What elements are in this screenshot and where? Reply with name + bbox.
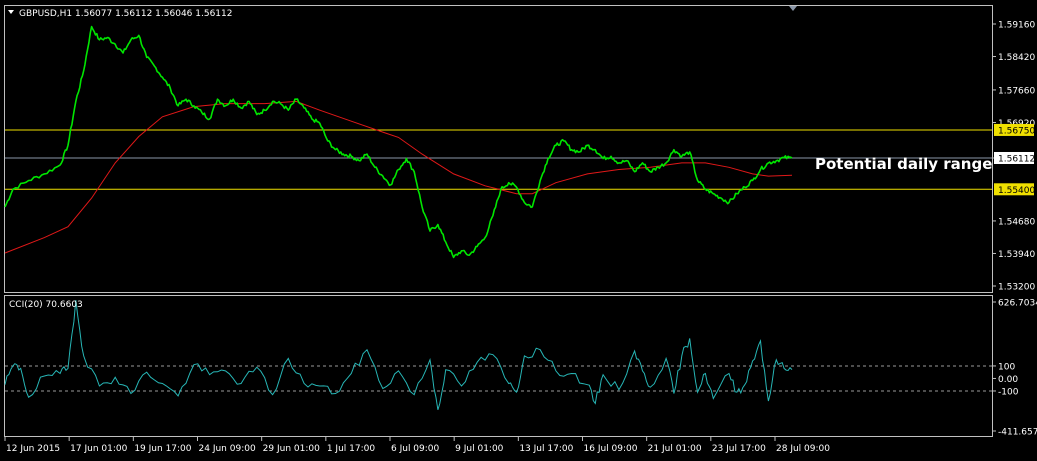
potential-range-annotation: Potential daily range	[815, 155, 992, 173]
chart-window[interactable]: 1.591601.584201.576601.569201.561121.546…	[0, 0, 1037, 457]
price-tick-label: 1.56112	[998, 154, 1035, 164]
cci-label: CCI(20) 70.6603	[9, 300, 83, 310]
date-tick-label: 1 Jul 17:00	[327, 444, 376, 454]
price-tick-label: 1.58420	[998, 53, 1035, 63]
price-tick-label: 1.53940	[998, 250, 1035, 260]
date-tick-label: 6 Jul 09:00	[391, 444, 440, 454]
date-tick-label: 13 Jul 17:00	[519, 444, 573, 454]
cci-tick-label: 626.7034	[998, 299, 1037, 309]
chart-canvas[interactable]: 1.591601.584201.576601.569201.561121.546…	[0, 0, 1037, 457]
price-tick-label: 1.53200	[998, 283, 1035, 293]
date-tick-label: 12 Jun 2015	[6, 444, 60, 454]
date-tick-label: 28 Jul 09:00	[776, 444, 830, 454]
range-price-tag-label: 1.56750	[998, 126, 1035, 136]
date-tick-label: 21 Jul 01:00	[648, 444, 702, 454]
cci-tick-label: -411.6578	[998, 428, 1037, 438]
cci-tick-label: -100	[998, 387, 1019, 397]
date-tick-label: 23 Jul 17:00	[712, 444, 766, 454]
price-tick-label: 1.59160	[998, 21, 1035, 31]
cci-tick-label: 0.00	[998, 375, 1018, 385]
date-tick-label: 19 Jun 17:00	[134, 444, 191, 454]
symbol-info-text: GBPUSD,H1 1.56077 1.56112 1.56046 1.5611…	[19, 9, 232, 19]
date-tick-label: 9 Jul 01:00	[455, 444, 504, 454]
cci-tick-label: 100	[998, 362, 1015, 372]
date-tick-label: 24 Jun 09:00	[199, 444, 256, 454]
price-tick-label: 1.54680	[998, 217, 1035, 227]
date-tick-label: 16 Jul 09:00	[584, 444, 638, 454]
price-tick-label: 1.57660	[998, 86, 1035, 96]
date-tick-label: 17 Jun 01:00	[70, 444, 127, 454]
range-price-tag-label: 1.55400	[998, 186, 1035, 196]
date-tick-label: 29 Jun 01:00	[263, 444, 320, 454]
